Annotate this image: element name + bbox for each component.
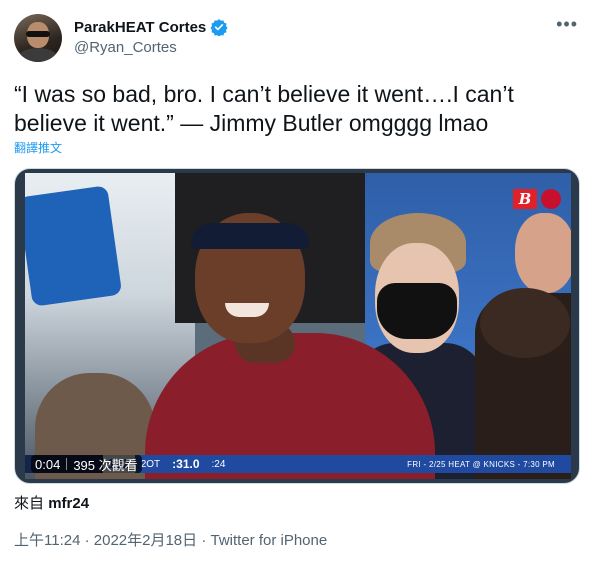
network-logo: B bbox=[513, 189, 537, 209]
tweet-meta[interactable]: 上午11:24 · 2022年2月18日 · Twitter for iPhon… bbox=[14, 529, 327, 550]
translate-tweet-link[interactable]: 翻譯推文 bbox=[14, 139, 62, 156]
game-info: FRI - 2/25 HEAT @ KNICKS - 7:30 PM bbox=[407, 459, 555, 469]
verified-badge-icon bbox=[210, 19, 228, 36]
video-frame[interactable]: B bbox=[25, 173, 571, 479]
elapsed-time: 0:04 bbox=[35, 456, 61, 472]
video-player[interactable]: B 102 2OT :31.0 :24 FRI - 2/25 HEAT @ KN… bbox=[14, 168, 580, 484]
author-display-name[interactable]: ParakHEAT Cortes bbox=[74, 19, 206, 36]
video-source: 來自 mfr24 bbox=[14, 492, 89, 513]
author-handle[interactable]: @Ryan_Cortes bbox=[74, 39, 177, 56]
view-count: 395 次觀看 bbox=[73, 457, 138, 473]
game-clock: :31.0 bbox=[172, 457, 200, 471]
author-avatar[interactable] bbox=[14, 14, 62, 62]
heat-logo-icon bbox=[541, 189, 561, 209]
video-time-overlay: 0:04 395 次觀看 bbox=[31, 455, 142, 473]
tweet-text: “I was so bad, bro. I can’t believe it w… bbox=[14, 81, 514, 136]
shot-clock: :24 bbox=[211, 458, 226, 470]
more-icon[interactable]: ••• bbox=[556, 14, 578, 35]
source-prefix: 來自 bbox=[14, 495, 45, 512]
author-name[interactable]: ParakHEAT Cortes bbox=[74, 18, 228, 36]
source-account-link[interactable]: mfr24 bbox=[48, 495, 89, 512]
